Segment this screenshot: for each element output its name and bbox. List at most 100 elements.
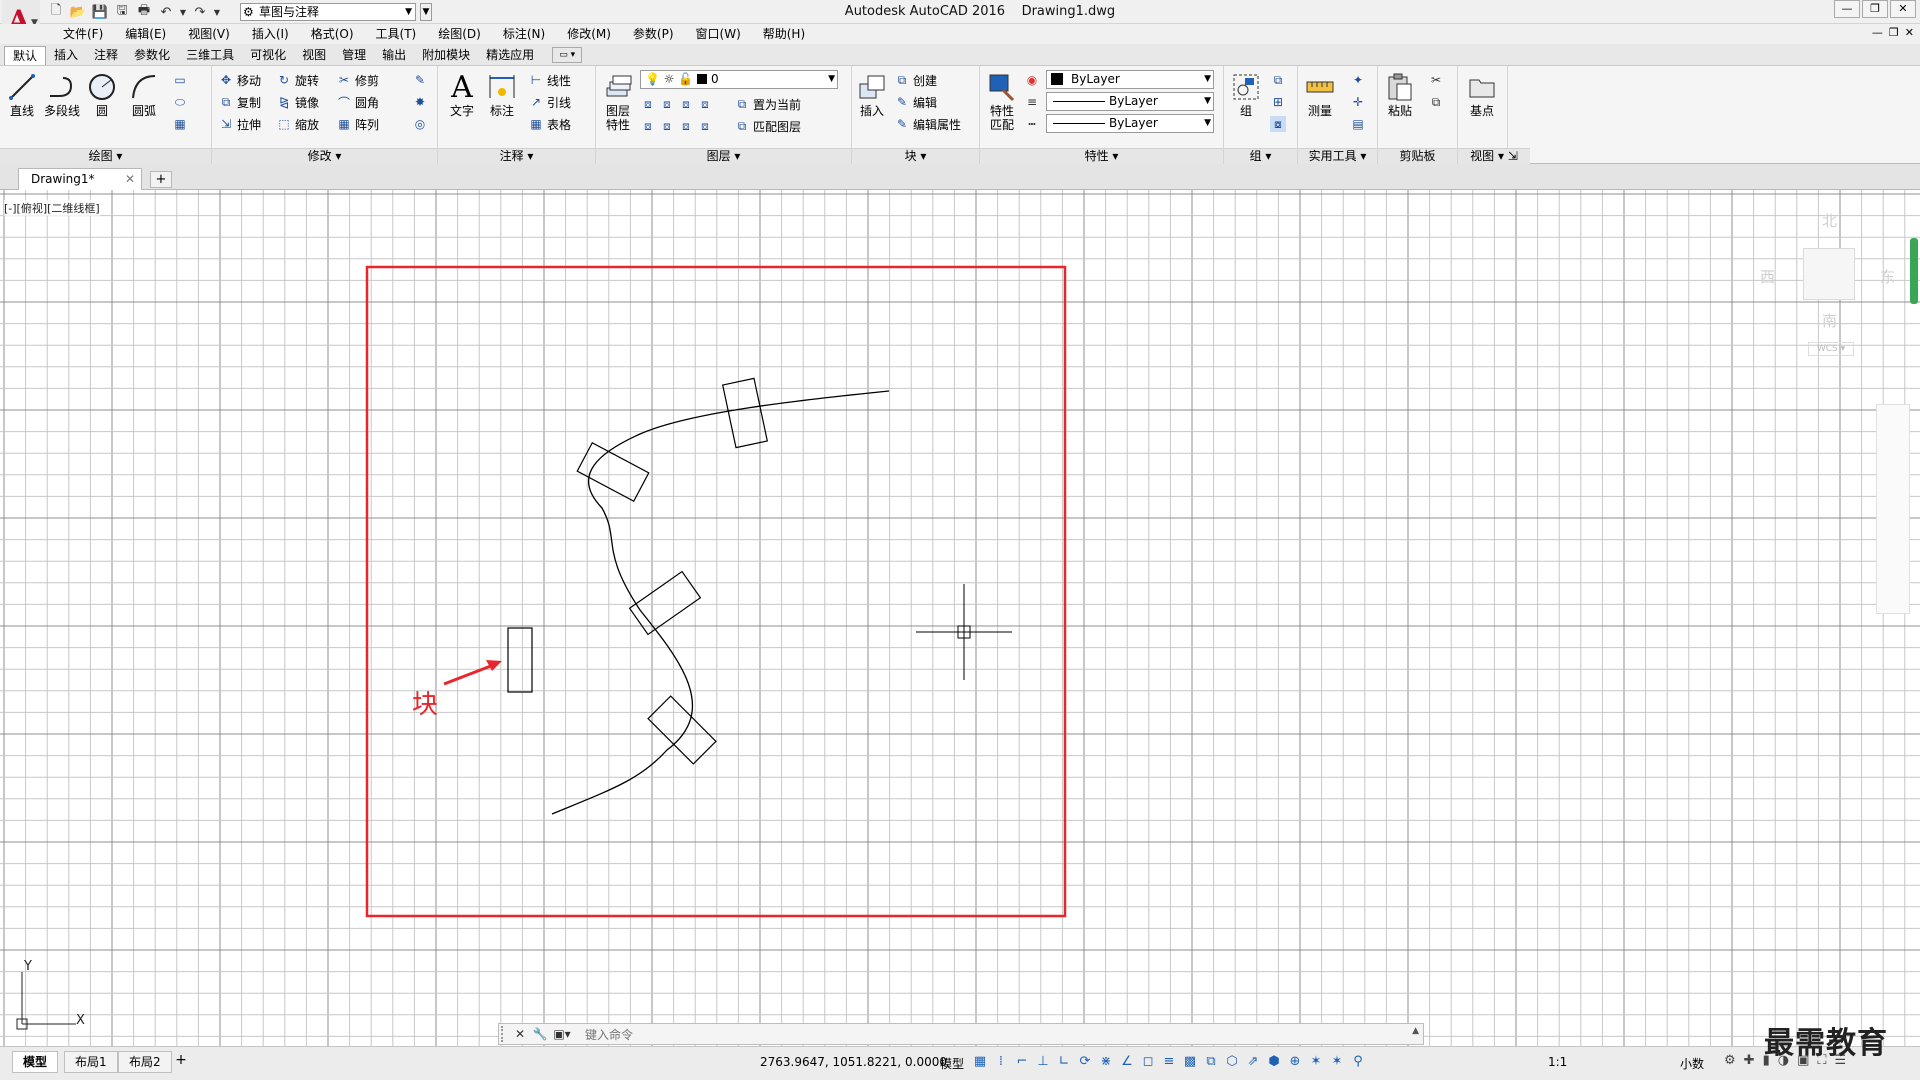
selection-cycling-icon[interactable]: ⧉: [1203, 1052, 1219, 1072]
recent-commands-icon[interactable]: ▣▾: [553, 1026, 571, 1042]
linetype-button[interactable]: ┅: [1024, 114, 1040, 134]
layer-properties-button[interactable]: 图层 特性: [598, 70, 638, 132]
layer-freeze-icon[interactable]: ⧈: [697, 96, 713, 112]
stretch-button[interactable]: ⇲ 拉伸: [218, 114, 261, 134]
annotation-visibility-icon[interactable]: ✶: [1308, 1052, 1324, 1072]
layer-lock-icon[interactable]: ⧈: [678, 118, 694, 134]
offset-button[interactable]: ◎: [412, 114, 428, 134]
scale-button[interactable]: ⬚ 缩放: [276, 114, 319, 134]
units-dropdown[interactable]: 小数: [1680, 1055, 1704, 1072]
3d-osnap-icon[interactable]: ⬡: [1224, 1052, 1240, 1072]
ungroup-button[interactable]: ⧉: [1270, 70, 1286, 90]
object-snap-icon[interactable]: ◻: [1140, 1052, 1156, 1072]
command-line-grip[interactable]: [501, 1026, 507, 1042]
paste-button[interactable]: 粘贴: [1380, 70, 1420, 118]
layer-on-icon[interactable]: ⧈: [640, 118, 656, 134]
snap-icon[interactable]: ⁞: [993, 1052, 1009, 1072]
panel-title-view[interactable]: 视图 ▾ ⇲: [1458, 148, 1530, 164]
color-dropdown[interactable]: ByLayer ▼: [1046, 70, 1214, 89]
text-button[interactable]: A 文字: [442, 70, 482, 119]
block-instance[interactable]: [721, 377, 769, 449]
maximize-button[interactable]: ❐: [1862, 0, 1888, 18]
viewcube-west[interactable]: 西: [1760, 266, 1775, 287]
close-icon[interactable]: ✕: [125, 169, 135, 189]
ellipse-button[interactable]: ⬭: [172, 92, 188, 112]
menu-modify[interactable]: 修改(M): [556, 26, 622, 42]
menu-window[interactable]: 窗口(W): [685, 26, 752, 42]
layout-tab-model[interactable]: 模型: [12, 1051, 59, 1073]
ribbon-display-toggle[interactable]: ▭ ▾: [552, 47, 583, 63]
array-button[interactable]: ▦ 阵列: [336, 114, 379, 134]
panel-title-utilities[interactable]: 实用工具 ▾: [1298, 148, 1377, 164]
viewcube-top-face[interactable]: [1803, 248, 1855, 300]
line-button[interactable]: 直线: [2, 70, 42, 118]
layer-thaw-icon[interactable]: ⧈: [659, 118, 675, 134]
chevron-up-icon[interactable]: ▲: [1412, 1026, 1419, 1036]
color-wheel-button[interactable]: ◉: [1024, 70, 1040, 90]
edit-block-button[interactable]: ✎ 编辑: [894, 92, 937, 112]
viewcube-south[interactable]: 南: [1822, 310, 1837, 331]
menu-format[interactable]: 格式(O): [300, 26, 365, 42]
tab-featured-apps[interactable]: 精选应用: [478, 46, 542, 65]
menu-insert[interactable]: 插入(I): [241, 26, 300, 42]
viewcube-north[interactable]: 北: [1822, 210, 1837, 231]
wrench-icon[interactable]: 🔧: [531, 1026, 549, 1042]
layer-unisolate-icon[interactable]: ⧈: [659, 96, 675, 112]
ortho-icon[interactable]: ∟: [1056, 1052, 1072, 1072]
arc-button[interactable]: 圆弧: [124, 70, 164, 118]
dynamic-input-icon[interactable]: ⊥: [1035, 1052, 1051, 1072]
erase-button[interactable]: ✎: [412, 70, 428, 90]
new-drawing-tab-button[interactable]: +: [150, 171, 172, 188]
block-instance[interactable]: [576, 442, 650, 502]
tab-output[interactable]: 输出: [374, 46, 414, 65]
polyline-button[interactable]: 多段线: [42, 70, 82, 118]
lineweight-button[interactable]: ≡: [1024, 92, 1040, 112]
group-button[interactable]: 组: [1226, 70, 1266, 118]
match-layer-button[interactable]: ⧉ 匹配图层: [734, 116, 801, 136]
spline-path[interactable]: [551, 390, 890, 815]
drawing-canvas[interactable]: [-][俯视][二维线框] 块 北 西 东 南 WCS ▾ Y X: [0, 190, 1920, 1046]
layer-dropdown[interactable]: 💡 ☼ 🔓 0 ▼: [640, 70, 838, 89]
minimize-button[interactable]: —: [1834, 0, 1860, 18]
add-layout-button[interactable]: +: [172, 1052, 190, 1070]
layer-off-icon[interactable]: ⧈: [678, 96, 694, 112]
tab-addins[interactable]: 附加模块: [414, 46, 478, 65]
layout-tab-layout1[interactable]: 布局1: [64, 1051, 118, 1073]
menu-draw[interactable]: 绘图(D): [427, 26, 492, 42]
object-snap-tracking-icon[interactable]: ∠: [1119, 1052, 1135, 1072]
copy-button[interactable]: ⧉ 复制: [218, 92, 261, 112]
tab-view[interactable]: 视图: [294, 46, 334, 65]
selection-filter-icon[interactable]: ⬢: [1266, 1052, 1282, 1072]
hatch-button[interactable]: ▦: [172, 114, 188, 134]
panel-title-clipboard[interactable]: 剪贴板: [1378, 148, 1457, 164]
layer-isolate-icon[interactable]: ⧈: [640, 96, 656, 112]
block-instance[interactable]: [628, 570, 702, 636]
tab-visualize[interactable]: 可视化: [242, 46, 294, 65]
vertical-scrollbar-thumb[interactable]: [1910, 238, 1918, 304]
isometric-icon[interactable]: ⋇: [1098, 1052, 1114, 1072]
annotation-scale-dropdown[interactable]: 1:1: [1548, 1055, 1567, 1069]
copy-clip-button[interactable]: ⧉: [1428, 92, 1444, 112]
tab-insert[interactable]: 插入: [46, 46, 86, 65]
make-current-button[interactable]: ⧉ 置为当前: [734, 94, 801, 114]
menu-tools[interactable]: 工具(T): [365, 26, 428, 42]
panel-title-layers[interactable]: 图层 ▾: [596, 148, 851, 164]
close-icon[interactable]: ✕: [511, 1026, 529, 1042]
panel-title-annotation[interactable]: 注释 ▾: [438, 148, 595, 164]
auto-scale-icon[interactable]: ✶: [1329, 1052, 1345, 1072]
block-instance[interactable]: [647, 695, 717, 765]
calculator-button[interactable]: ▤: [1350, 114, 1366, 134]
rotate-button[interactable]: ↻ 旋转: [276, 70, 319, 90]
tab-annotate[interactable]: 注释: [86, 46, 126, 65]
close-button[interactable]: ✕: [1890, 0, 1916, 18]
gizmo-icon[interactable]: ⊕: [1287, 1052, 1303, 1072]
doc-close-button[interactable]: ✕: [1905, 26, 1914, 39]
move-button[interactable]: ✥ 移动: [218, 70, 261, 90]
panel-title-properties[interactable]: 特性 ▾: [980, 148, 1223, 164]
panel-title-draw[interactable]: 绘图 ▾: [0, 148, 211, 164]
transparency-icon[interactable]: ▩: [1182, 1052, 1198, 1072]
base-view-button[interactable]: 基点: [1462, 70, 1502, 118]
trim-button[interactable]: ✂ 修剪: [336, 70, 379, 90]
command-input[interactable]: [585, 1026, 1385, 1043]
explode-button[interactable]: ✸: [412, 92, 428, 112]
